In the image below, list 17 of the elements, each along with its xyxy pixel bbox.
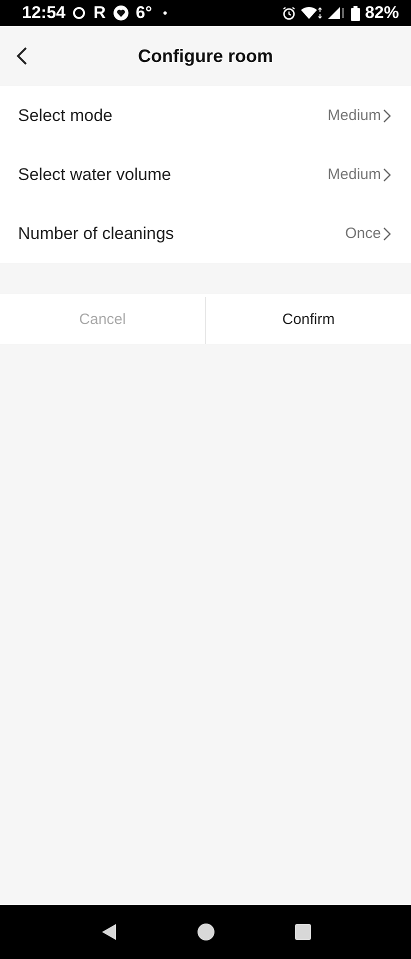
carrier-letter: R [93, 3, 106, 23]
battery-icon [350, 6, 360, 20]
chevron-icon [383, 108, 391, 122]
recents-icon[interactable] [295, 924, 312, 940]
page-title: Configure room [138, 46, 273, 66]
chevron-icon [383, 168, 391, 182]
battery-percent: 82% [364, 3, 399, 23]
notification-dot: • [163, 6, 168, 20]
temperature: 6° [136, 3, 152, 23]
back-icon[interactable] [100, 923, 118, 941]
alarm-icon [282, 6, 296, 20]
ring-icon [72, 6, 86, 20]
chevron-icon [383, 226, 391, 240]
wifi-icon [300, 6, 323, 20]
clock: 12:54 [22, 3, 66, 23]
signal-icon [328, 6, 346, 20]
home-icon[interactable] [197, 923, 216, 941]
